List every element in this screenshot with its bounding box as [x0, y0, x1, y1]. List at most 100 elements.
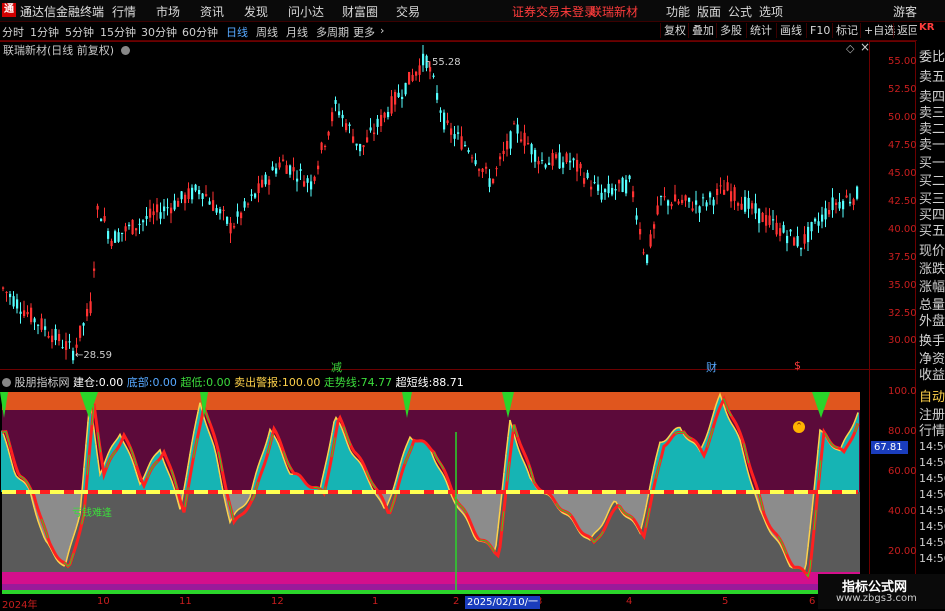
stats-button[interactable]: 统计 — [746, 23, 775, 38]
period-daily[interactable]: 日线 — [226, 24, 248, 40]
candle-body — [411, 74, 414, 81]
reduce-marker[interactable]: 减 — [331, 359, 342, 375]
dividend-marker[interactable]: $ — [794, 359, 801, 372]
candle-body — [366, 137, 369, 143]
candle-body — [250, 194, 253, 196]
candle-body — [768, 215, 771, 225]
menu-formula[interactable]: 公式 — [728, 3, 752, 20]
menu-layout[interactable]: 版面 — [697, 3, 721, 20]
menu-market-quotes[interactable]: 行情 — [112, 3, 136, 20]
candle-body — [516, 124, 519, 134]
candle-body — [285, 165, 288, 174]
menu-wealth[interactable]: 财富圈 — [342, 3, 378, 20]
candle-body — [222, 209, 225, 211]
draw-line-button[interactable]: 画线 — [776, 23, 805, 38]
f10-button[interactable]: F10 — [806, 23, 833, 38]
menu-market[interactable]: 市场 — [156, 3, 180, 20]
candle-body — [537, 160, 540, 165]
quote-label: 换手 — [919, 334, 945, 349]
app-logo-icon: 通 — [2, 3, 16, 17]
candle-body — [607, 183, 610, 194]
period-intraday[interactable]: 分时 — [2, 24, 24, 40]
candle-body — [513, 123, 516, 125]
period-5min[interactable]: 5分钟 — [65, 24, 94, 40]
candle-body — [667, 200, 670, 206]
period-more[interactable]: 更多 — [353, 24, 375, 40]
quote-label: 买二 — [919, 174, 945, 189]
candle-body — [191, 187, 194, 200]
candle-body — [740, 203, 743, 210]
chart-canvas[interactable] — [0, 0, 945, 609]
candle-body — [348, 124, 351, 126]
candle-body — [642, 252, 645, 254]
period-1min[interactable]: 1分钟 — [30, 24, 59, 40]
finance-marker[interactable]: 财 — [706, 359, 717, 375]
candle-body — [583, 178, 586, 184]
menu-discover[interactable]: 发现 — [244, 3, 268, 20]
menu-function[interactable]: 功能 — [666, 3, 690, 20]
candle-body — [775, 222, 778, 235]
candle-body — [464, 145, 467, 147]
time-tick: 5 — [722, 596, 729, 607]
candle-body — [380, 114, 383, 127]
indicator-field-bottom: 底部:0.00 — [126, 376, 177, 389]
candle-body — [229, 222, 232, 234]
multi-stock-button[interactable]: 多股 — [716, 23, 745, 38]
settings-circle-icon[interactable] — [120, 46, 130, 55]
period-60min[interactable]: 60分钟 — [182, 24, 218, 40]
candle-body — [44, 326, 47, 330]
candle-body — [355, 143, 358, 146]
trade-login-notice[interactable]: 证券交易未登录 — [512, 3, 596, 20]
restore-rights-button[interactable]: 复权 — [660, 23, 689, 38]
candle-body — [614, 189, 617, 191]
diamond-icon[interactable]: ◇ — [846, 42, 854, 55]
price-tick: 52.50 — [888, 84, 917, 95]
candle-body — [635, 215, 638, 220]
period-weekly[interactable]: 周线 — [256, 24, 278, 40]
tick-time: 14:56 — [919, 440, 945, 453]
candle-body — [527, 142, 530, 145]
menu-news[interactable]: 资讯 — [200, 3, 224, 20]
settings-circle-icon[interactable] — [2, 378, 11, 387]
trend-line — [1, 395, 860, 580]
alert-up-icon[interactable]: ⌃ — [793, 421, 805, 433]
guest-user[interactable]: 游客 — [893, 3, 917, 20]
candle-body — [373, 132, 376, 135]
close-icon[interactable]: × — [860, 40, 870, 54]
candle-body — [289, 165, 292, 175]
ind-tick: 60.00 — [888, 466, 917, 477]
chevron-right-icon[interactable]: › — [380, 24, 384, 37]
price-tick: 37.50 — [888, 252, 917, 263]
candle-body — [495, 168, 498, 170]
candle-body — [677, 201, 680, 204]
candle-body — [5, 291, 8, 294]
candle-body — [201, 193, 204, 199]
menu-options[interactable]: 选项 — [759, 3, 783, 20]
candle-body — [292, 167, 295, 172]
period-monthly[interactable]: 月线 — [286, 24, 308, 40]
menu-trade[interactable]: 交易 — [396, 3, 420, 20]
menu-ask[interactable]: 问小达 — [288, 3, 324, 20]
candle-body — [492, 178, 495, 184]
time-tick: 1 — [372, 596, 379, 607]
candle-body — [761, 212, 764, 222]
quote-panel: 委比 卖五 卖四 卖三 卖二 卖一 买一 买二 买三 买四 买五 现价 涨跌 涨… — [917, 44, 945, 610]
mark-button[interactable]: 标记 — [832, 23, 861, 38]
candle-body — [810, 222, 813, 232]
candle-body — [338, 111, 341, 116]
period-multi[interactable]: 多周期 — [316, 24, 349, 40]
candle-body — [352, 136, 355, 143]
candle-body — [789, 229, 792, 232]
candle-body — [821, 214, 824, 222]
period-30min[interactable]: 30分钟 — [141, 24, 177, 40]
overlay-button[interactable]: 叠加 — [688, 23, 717, 38]
candle-body — [747, 197, 750, 209]
tab-quotes[interactable]: 行情 — [919, 420, 945, 439]
period-15min[interactable]: 15分钟 — [100, 24, 136, 40]
candle-body — [688, 197, 691, 202]
candle-body — [376, 118, 379, 127]
candle-body — [593, 182, 596, 184]
tab-auto[interactable]: 自动 — [919, 386, 945, 405]
candle-body — [565, 153, 568, 163]
candle-body — [177, 200, 180, 207]
